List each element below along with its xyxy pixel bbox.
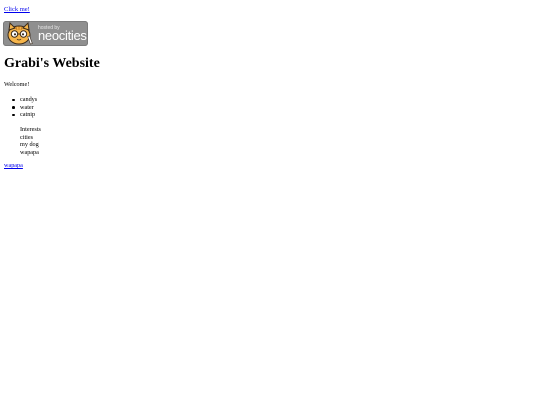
badge-neocities-text: neocities: [38, 28, 87, 43]
list-item: wapapa: [20, 148, 39, 156]
list-item: my dog: [20, 141, 39, 148]
interests-label: Interests: [20, 126, 41, 133]
wapapa-link[interactable]: wapapa: [4, 162, 23, 170]
list-item: water: [11, 104, 37, 112]
interests-section: Interests cities my dog wapapa: [20, 126, 41, 156]
click-me-link[interactable]: Click me!: [4, 6, 30, 14]
list-item: catnip: [11, 111, 37, 119]
welcome-text: Welcome!: [4, 81, 30, 88]
list-item: cities: [20, 133, 34, 141]
neocities-badge[interactable]: hosted by neocities: [3, 21, 88, 46]
interests-list: cities my dog wapapa: [20, 134, 41, 157]
bullet-list: candys water catnip: [11, 96, 38, 119]
list-item: candys: [11, 96, 38, 103]
neocities-cat-icon: [7, 21, 33, 45]
page-title: Grabi's Website: [4, 56, 100, 71]
page: Click me! hosted by neocities Grabi's We…: [0, 0, 540, 405]
